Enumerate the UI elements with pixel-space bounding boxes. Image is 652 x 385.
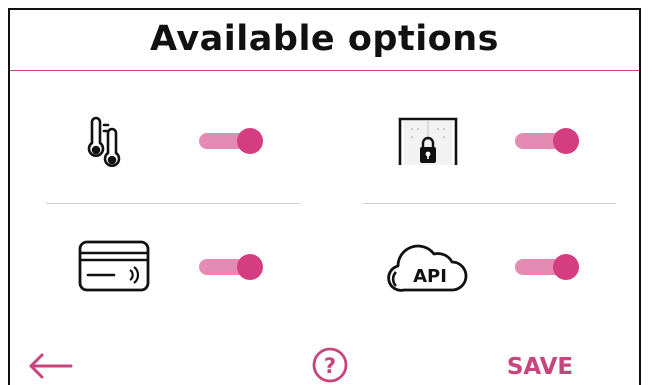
page-title: Available options (150, 19, 499, 59)
toggle-knob (237, 254, 263, 280)
cloud-api-icon: API (387, 244, 468, 292)
cloud-api-toggle[interactable] (515, 254, 581, 280)
toggle-knob (553, 128, 579, 154)
question-circle-icon: ? (312, 347, 348, 383)
arrow-left-icon (29, 353, 73, 379)
options-dialog: Available options API ? SAVE (8, 8, 641, 385)
help-button[interactable]: ? (312, 347, 348, 383)
thermometer-icon (87, 116, 121, 167)
row-divider-left (46, 203, 300, 204)
toggle-knob (237, 128, 263, 154)
door-lock-toggle[interactable] (515, 128, 581, 154)
title-divider (10, 70, 639, 71)
thermometer-toggle[interactable] (199, 128, 265, 154)
door-lock-icon (398, 117, 458, 165)
help-glyph: ? (324, 354, 336, 378)
back-button[interactable] (26, 351, 74, 381)
save-button[interactable]: SAVE (490, 351, 590, 383)
card-reader-icon (78, 240, 150, 292)
cloud-api-label: API (413, 266, 447, 287)
row-divider-right (363, 203, 616, 204)
card-reader-toggle[interactable] (199, 254, 265, 280)
toggle-knob (553, 254, 579, 280)
